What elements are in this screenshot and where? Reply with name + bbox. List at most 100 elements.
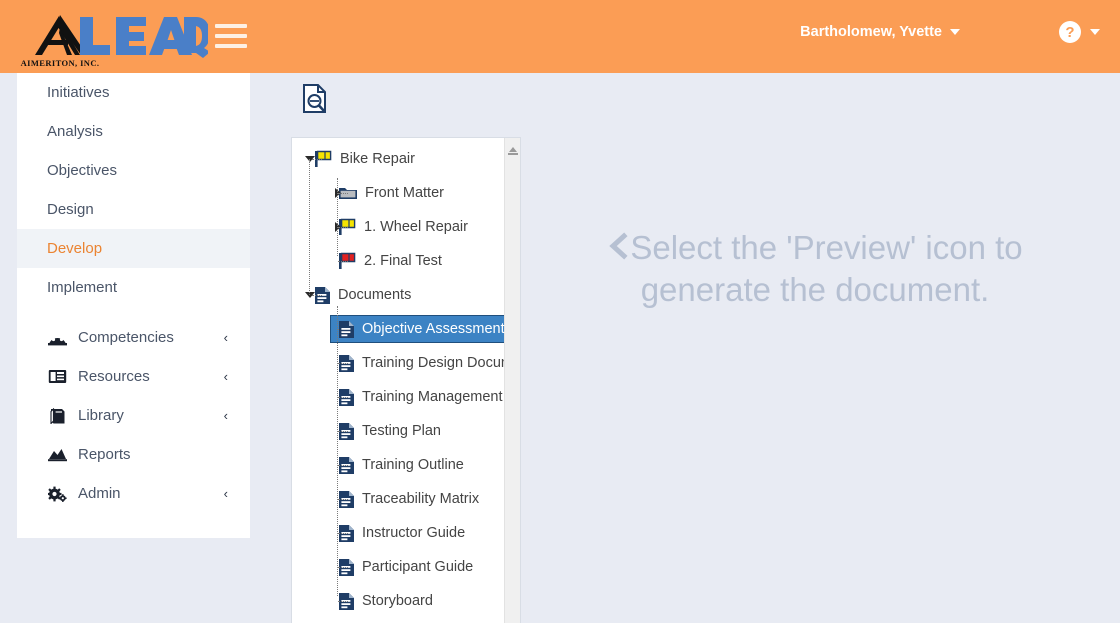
tree-node[interactable]: 2. Final Test	[292, 244, 505, 278]
tree-node[interactable]: Testing Plan	[292, 414, 505, 448]
tree-node-label: Storyboard	[362, 592, 433, 609]
tree-node-label: Objective Assessment	[362, 320, 505, 337]
tree-connector-stub	[338, 363, 348, 364]
newspaper-icon	[47, 368, 67, 386]
sidebar-item-initiatives[interactable]: Initiatives	[17, 73, 250, 112]
tree-node[interactable]: Traceability Matrix	[292, 482, 505, 516]
sidebar-item-reports[interactable]: Reports	[17, 435, 250, 474]
chevron-down-icon	[950, 29, 960, 35]
tree-node-label: Instructor Guide	[362, 524, 466, 541]
sidebar-item-label: Library	[78, 407, 124, 424]
tree-connector-stub	[338, 533, 348, 534]
tree-node-label: Bike Repair	[340, 150, 415, 167]
scroll-up-arrow-base	[508, 153, 518, 155]
tree-connector-stub	[338, 227, 348, 228]
sidebar-item-objectives[interactable]: Objectives	[17, 151, 250, 190]
sidebar-item-label: Develop	[47, 240, 103, 257]
tree-connector-stub	[312, 159, 322, 160]
tree-node-label: 1. Wheel Repair	[364, 218, 468, 235]
chart-area-icon	[47, 446, 67, 464]
product-logo[interactable]	[78, 8, 208, 64]
chevron-left-icon[interactable]: ‹	[224, 487, 228, 500]
tree-connector-stub	[338, 499, 348, 500]
sidebar-item-implement[interactable]: Implement	[17, 268, 250, 307]
tree-vertical-scrollbar[interactable]	[504, 138, 520, 623]
scroll-up-arrow-icon[interactable]	[509, 147, 517, 152]
hamburger-menu-icon[interactable]	[215, 24, 247, 48]
tree-connector-stub	[338, 601, 348, 602]
tree-node[interactable]: Documents	[292, 278, 505, 312]
user-account-menu[interactable]: Bartholomew, Yvette	[800, 24, 960, 40]
tree-node[interactable]: Storyboard	[292, 584, 505, 618]
tree-node-label: Training Management Plan	[362, 388, 505, 405]
sidebar-item-resources[interactable]: Resources ‹	[17, 357, 250, 396]
empty-state-line-2: generate the document.	[640, 271, 990, 308]
tree-node-selected[interactable]: Objective Assessment	[292, 312, 505, 346]
sidebar-item-label: Design	[47, 201, 94, 218]
sidebar-item-label: Objectives	[47, 162, 118, 179]
tree-node-label: Training Design Document	[362, 354, 505, 371]
sidebar-item-label: Initiatives	[47, 84, 110, 101]
tree-connector-stub	[312, 295, 322, 296]
sidebar-item-develop[interactable]: Develop	[17, 229, 250, 268]
tree-node[interactable]: Training Outline	[292, 448, 505, 482]
user-name-label: Bartholomew, Yvette	[800, 24, 942, 40]
empty-state-message: Select the 'Preview' icon to generate th…	[545, 228, 1085, 310]
chevron-down-icon	[1090, 29, 1100, 35]
tree-node[interactable]: Training Management Plan	[292, 380, 505, 414]
tree-connector-stub	[338, 431, 348, 432]
document-tree-panel: Bike Repair Front Matter 1. Wheel Repair 2.…	[291, 137, 521, 623]
sidebar-item-label: Resources	[78, 368, 150, 385]
sidebar-item-label: Implement	[47, 279, 118, 296]
tree-connector-stub	[338, 193, 348, 194]
tree-node-label: Documents	[338, 286, 412, 303]
sidebar-item-label: Admin	[78, 485, 121, 502]
tree-node-label: 2. Final Test	[364, 252, 442, 269]
tree-node-list: Bike Repair Front Matter 1. Wheel Repair 2.…	[292, 138, 505, 618]
tree-node-label: Participant Guide	[362, 558, 474, 575]
sidebar-item-competencies[interactable]: Competencies ‹	[17, 318, 250, 357]
tree-node[interactable]: Instructor Guide	[292, 516, 505, 550]
tree-node-label: Front Matter	[365, 184, 444, 201]
tree-node[interactable]: Bike Repair	[292, 142, 505, 176]
hamburger-bar	[215, 34, 247, 38]
tree-node[interactable]: Training Design Document	[292, 346, 505, 380]
sidebar-item-label: Reports	[78, 446, 131, 463]
tree-connector-line	[337, 306, 338, 596]
chevron-left-icon[interactable]: ‹	[224, 409, 228, 422]
book-icon	[47, 407, 67, 425]
chevron-left-icon[interactable]: ‹	[224, 331, 228, 344]
hamburger-bar	[215, 44, 247, 48]
tree-connector-stub	[338, 567, 348, 568]
chevron-left-icon[interactable]: ‹	[224, 370, 228, 383]
chevron-left-icon	[607, 230, 629, 270]
sidebar-item-analysis[interactable]: Analysis	[17, 112, 250, 151]
tree-node-label: Testing Plan	[362, 422, 441, 439]
tree-scroll-area: Bike Repair Front Matter 1. Wheel Repair 2.…	[292, 138, 505, 623]
tree-node[interactable]: 1. Wheel Repair	[292, 210, 505, 244]
hamburger-bar	[215, 24, 247, 28]
lead-wordmark	[80, 17, 208, 58]
app-root: AIMERITON, INC. Bartholomew, Yvette ? In…	[0, 0, 1120, 623]
tree-node[interactable]: Participant Guide	[292, 550, 505, 584]
empty-state-line-1: Select the 'Preview' icon to	[630, 229, 1023, 266]
tree-node-label: Training Outline	[362, 456, 464, 473]
tree-connector-stub	[338, 465, 348, 466]
sidebar-item-admin[interactable]: Admin ‹	[17, 474, 250, 513]
tree-connector-line	[337, 178, 338, 256]
tree-node-label: Traceability Matrix	[362, 490, 480, 507]
dashboard-icon	[47, 329, 67, 347]
sidebar-item-design[interactable]: Design	[17, 190, 250, 229]
gears-icon	[47, 485, 67, 503]
nav-group-divider	[17, 307, 250, 318]
sidebar-nav: Initiatives Analysis Objectives Design Devel…	[17, 73, 250, 538]
preview-glyph	[303, 84, 326, 113]
help-icon: ?	[1059, 21, 1081, 43]
tree-connector-stub	[338, 397, 348, 398]
document-preview-icon[interactable]	[302, 84, 328, 114]
app-header: AIMERITON, INC. Bartholomew, Yvette ?	[0, 0, 1120, 73]
help-menu[interactable]: ?	[1059, 21, 1100, 43]
sidebar-item-library[interactable]: Library ‹	[17, 396, 250, 435]
document-icon	[338, 320, 355, 339]
tree-node[interactable]: Front Matter	[292, 176, 505, 210]
